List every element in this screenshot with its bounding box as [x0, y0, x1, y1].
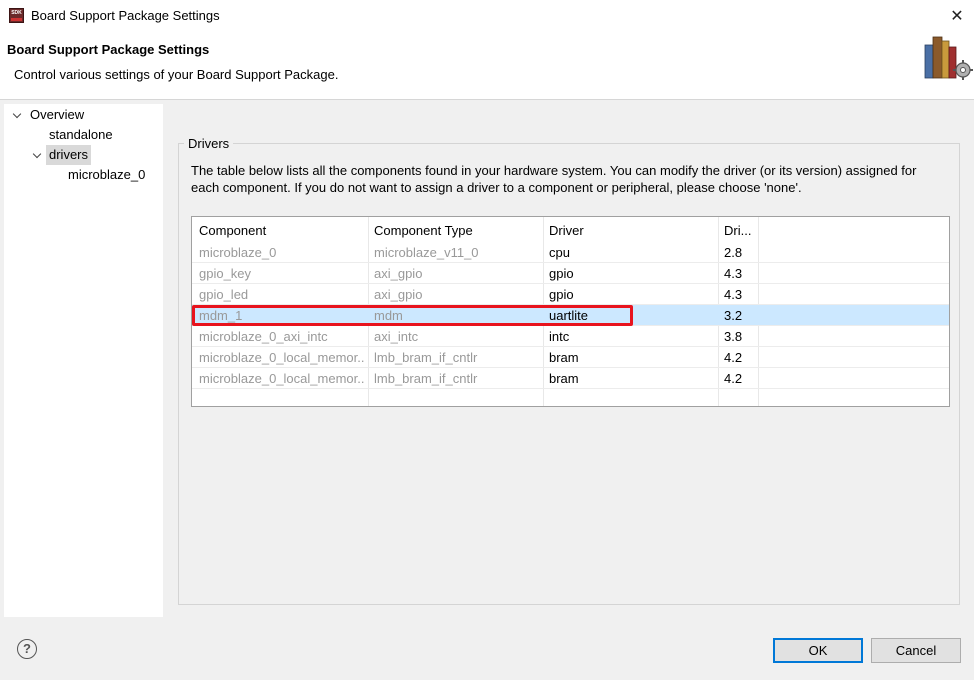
cell-component: gpio_key — [199, 266, 252, 281]
cell-component: mdm_1 — [199, 308, 243, 323]
cell-component: gpio_led — [199, 287, 249, 302]
cell-driver-version[interactable]: 4.2 — [724, 371, 758, 386]
cell-component: microblaze_0_local_memor... — [199, 371, 364, 386]
table-row[interactable]: gpio_key axi_gpio gpio 4.3 — [192, 263, 949, 284]
column-header-component-type[interactable]: Component Type — [374, 223, 473, 238]
cell-component-type: axi_gpio — [374, 287, 423, 302]
drivers-description: The table below lists all the components… — [191, 163, 917, 195]
ok-button[interactable]: OK — [773, 638, 863, 663]
table-row[interactable]: microblaze_0_local_memor... lmb_bram_if_… — [192, 368, 949, 389]
cell-driver-version[interactable]: 3.2 — [724, 308, 758, 323]
tree-item-standalone[interactable]: standalone — [49, 125, 113, 145]
cell-driver[interactable]: gpio — [549, 287, 714, 302]
table-row[interactable]: microblaze_0 microblaze_v11_0 cpu 2.8 — [192, 242, 949, 263]
cell-driver-version[interactable]: 4.3 — [724, 287, 758, 302]
title-bar: SDK Board Support Package Settings ✕ — [0, 0, 974, 31]
cell-component-type: axi_gpio — [374, 266, 423, 281]
cell-driver[interactable]: gpio — [549, 266, 714, 281]
sdk-app-icon: SDK — [9, 8, 24, 23]
cell-component: microblaze_0_local_memor... — [199, 350, 364, 365]
expand-overview-chevron-icon[interactable] — [12, 105, 24, 125]
cell-component: microblaze_0 — [199, 245, 277, 260]
cell-component-type: microblaze_v11_0 — [374, 245, 479, 260]
header-description: Control various settings of your Board S… — [14, 67, 339, 82]
cell-driver[interactable]: bram — [549, 350, 714, 365]
tree-item-microblaze-0[interactable]: microblaze_0 — [68, 165, 145, 185]
dialog-header: Board Support Package Settings Control v… — [0, 31, 974, 100]
header-title: Board Support Package Settings — [7, 42, 210, 57]
table-row[interactable]: microblaze_0_local_memor... lmb_bram_if_… — [192, 347, 949, 368]
cell-driver-version[interactable]: 4.3 — [724, 266, 758, 281]
tree-item-drivers[interactable]: drivers — [46, 145, 92, 165]
tree-item-overview[interactable]: Overview — [30, 105, 84, 125]
cell-driver-version[interactable]: 3.8 — [724, 329, 758, 344]
cell-driver-version[interactable]: 2.8 — [724, 245, 758, 260]
window-title: Board Support Package Settings — [31, 8, 220, 23]
column-header-driver[interactable]: Driver — [549, 223, 584, 238]
table-row[interactable]: gpio_led axi_gpio gpio 4.3 — [192, 284, 949, 305]
books-settings-icon — [924, 36, 973, 80]
drivers-table[interactable]: Component Component Type Driver Dri... m… — [191, 216, 950, 407]
expand-drivers-chevron-icon[interactable] — [32, 145, 44, 165]
cell-driver[interactable]: cpu — [549, 245, 714, 260]
cell-driver-version[interactable]: 4.2 — [724, 350, 758, 365]
cell-driver[interactable]: uartlite — [549, 308, 714, 323]
cell-component-type: lmb_bram_if_cntlr — [374, 371, 478, 386]
table-row[interactable]: microblaze_0_axi_intc axi_intc intc 3.8 — [192, 326, 949, 347]
close-button[interactable]: ✕ — [940, 0, 974, 31]
table-row-selected[interactable]: mdm_1 mdm uartlite 3.2 — [192, 305, 949, 326]
help-icon[interactable]: ? — [17, 639, 37, 659]
cell-component: microblaze_0_axi_intc — [199, 329, 328, 344]
settings-tree: Overview standalone drivers microblaze_0 — [4, 104, 163, 617]
cell-driver[interactable]: bram — [549, 371, 714, 386]
column-header-driver-version[interactable]: Dri... — [724, 223, 751, 238]
cancel-button[interactable]: Cancel — [871, 638, 961, 663]
drivers-group-label: Drivers — [184, 136, 234, 151]
cell-component-type: lmb_bram_if_cntlr — [374, 350, 478, 365]
cell-driver[interactable]: intc — [549, 329, 714, 344]
column-header-component[interactable]: Component — [199, 223, 266, 238]
cell-component-type: axi_intc — [374, 329, 419, 344]
cell-component-type: mdm — [374, 308, 403, 323]
